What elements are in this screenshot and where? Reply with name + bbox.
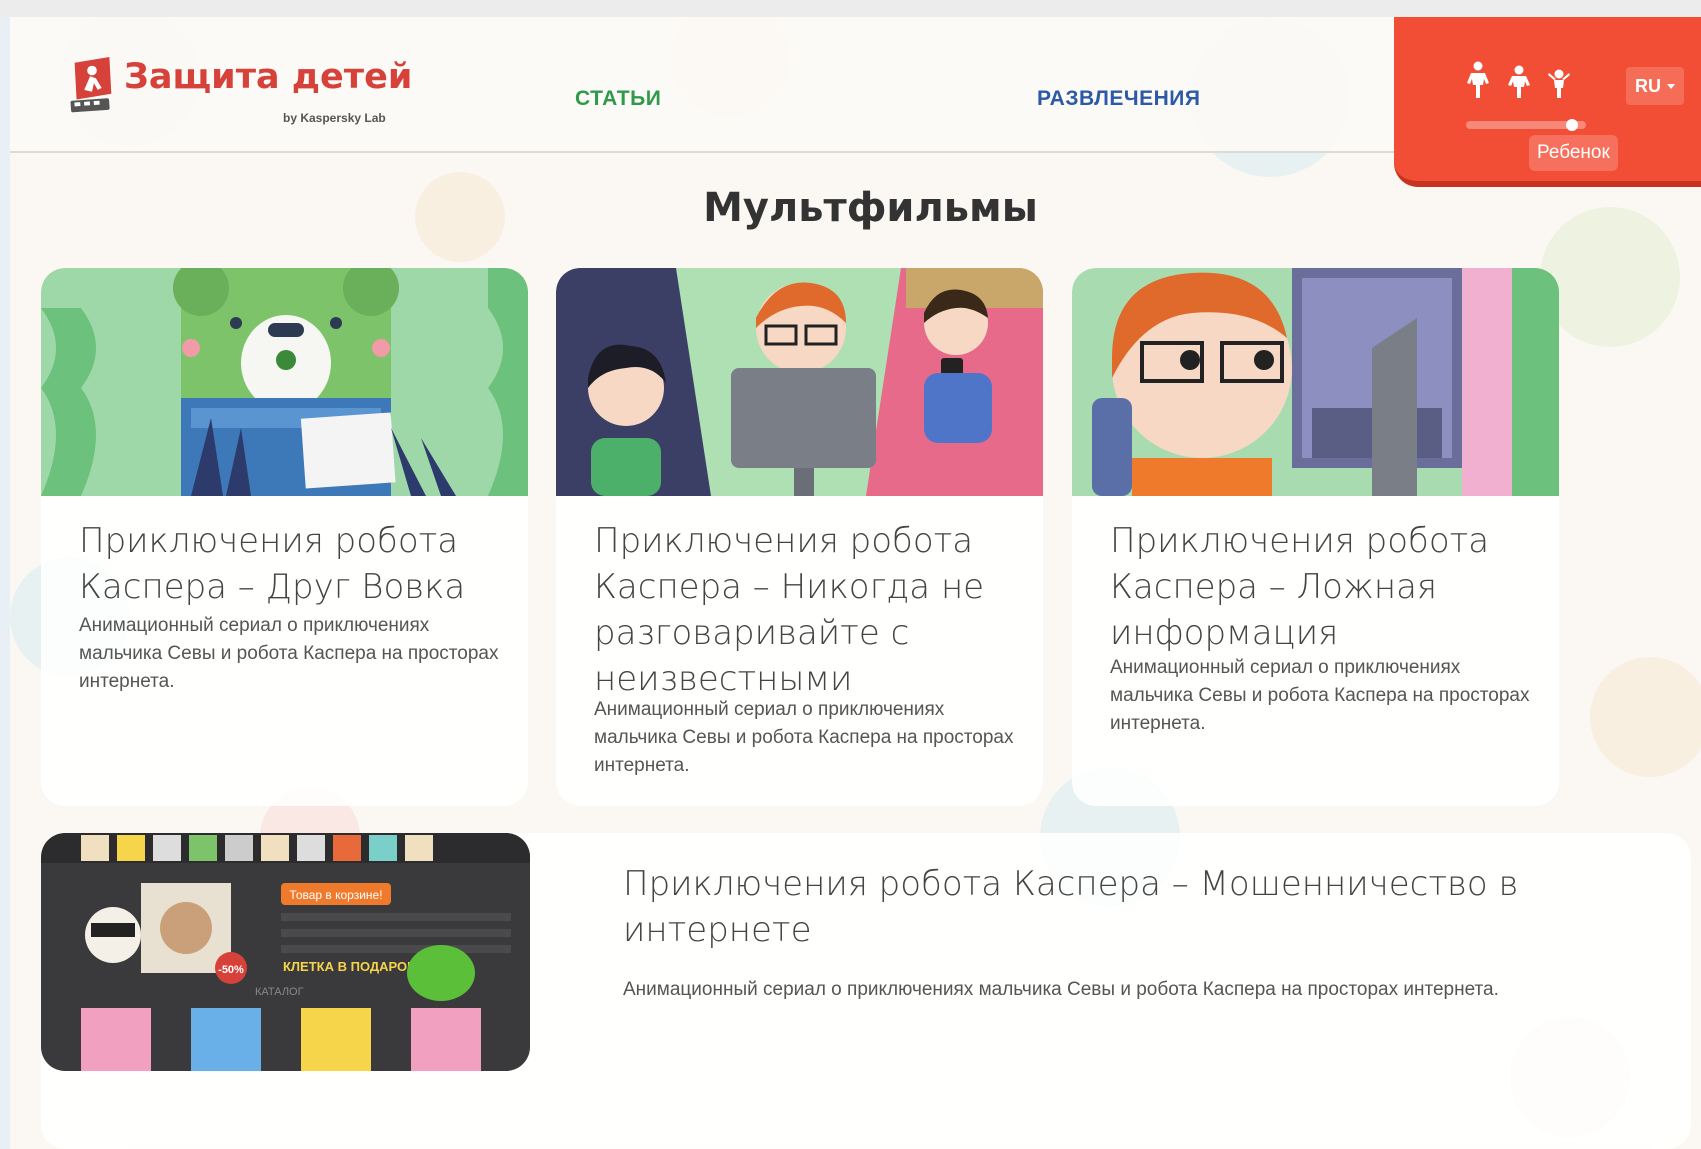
logo-subtitle: by Kaspersky Lab xyxy=(283,111,386,125)
page: Защита детей by Kaspersky Lab СТАТЬИ РАЗ… xyxy=(10,17,1701,1149)
shop-illustration: Товар в корзине! КЛЕТКА В ПОДАРОК! КАТАЛ… xyxy=(41,833,530,1071)
nav-articles[interactable]: СТАТЬИ xyxy=(575,87,661,111)
age-selected-label: Ребенок xyxy=(1529,135,1618,171)
card-thumbnail xyxy=(1072,268,1559,496)
card-title: Приключения робота Каспера – Никогда не … xyxy=(594,521,985,699)
card-description: Анимационный сериал о приключениях мальч… xyxy=(79,615,499,692)
card-thumbnail xyxy=(556,268,1043,496)
section-title: Мультфильмы xyxy=(703,185,1038,231)
child-icon[interactable] xyxy=(1508,65,1530,99)
language-label: RU xyxy=(1635,75,1661,96)
card-thumbnail: Товар в корзине! КЛЕТКА В ПОДАРОК! КАТАЛ… xyxy=(41,833,530,1071)
chevron-down-icon xyxy=(1667,83,1675,89)
logo[interactable]: Защита детей by Kaspersky Lab xyxy=(68,55,412,135)
shop-banner-text: Товар в корзине! xyxy=(289,888,382,902)
card-description: Анимационный сериал о приключениях мальч… xyxy=(623,979,1499,1000)
bear-illustration xyxy=(41,268,528,496)
cartoon-card-wide[interactable]: Товар в корзине! КЛЕТКА В ПОДАРОК! КАТАЛ… xyxy=(41,833,1691,1149)
cartoon-card[interactable]: Приключения робота Каспера – Ложная инфо… xyxy=(1072,268,1559,806)
shop-catalog-text: КАТАЛОГ xyxy=(255,986,304,998)
card-description: Анимационный сериал о приключениях мальч… xyxy=(594,699,1014,776)
toddler-icon[interactable] xyxy=(1548,69,1570,99)
cartoon-card[interactable]: Приключения робота Каспера – Друг Вовка … xyxy=(41,268,528,806)
card-title: Приключения робота Каспера – Мошенничест… xyxy=(623,864,1519,950)
card-thumbnail xyxy=(41,268,528,496)
boy-computer-illustration xyxy=(1072,268,1559,496)
teen-icon[interactable] xyxy=(1466,61,1490,99)
logo-title: Защита детей xyxy=(124,57,413,97)
page-left-edge xyxy=(0,17,10,1149)
browser-top-strip xyxy=(0,0,1701,17)
card-title: Приключения робота Каспера – Ложная инфо… xyxy=(1110,521,1490,653)
cartoon-card[interactable]: Приключения робота Каспера – Никогда не … xyxy=(556,268,1043,806)
shop-promo-text: КЛЕТКА В ПОДАРОК! xyxy=(283,959,419,974)
age-icons xyxy=(1466,61,1586,101)
card-title: Приключения робота Каспера – Друг Вовка xyxy=(79,521,466,607)
age-slider-thumb[interactable] xyxy=(1566,119,1578,131)
language-dropdown[interactable]: RU xyxy=(1626,67,1684,105)
kids-computer-illustration xyxy=(556,268,1043,496)
card-description: Анимационный сериал о приключениях мальч… xyxy=(1110,657,1530,734)
nav-entertainment[interactable]: РАЗВЛЕЧЕНИЯ xyxy=(1037,87,1200,111)
logo-mark-icon xyxy=(70,57,112,113)
site-header: Защита детей by Kaspersky Lab СТАТЬИ РАЗ… xyxy=(10,17,1701,187)
age-selector: Ребенок RU xyxy=(1394,17,1701,187)
shop-discount-text: -50% xyxy=(218,964,244,976)
